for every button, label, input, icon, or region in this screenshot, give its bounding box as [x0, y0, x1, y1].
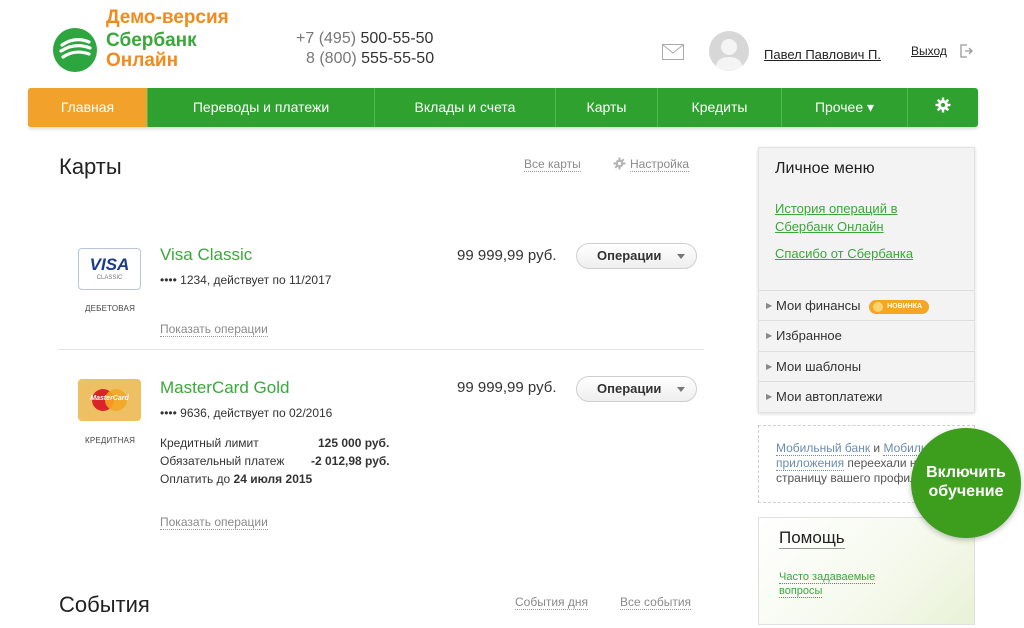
logout-link[interactable]: Выход [911, 44, 947, 58]
mandatory-payment-label: Обязательный платеж [160, 454, 285, 468]
chevron-right-icon: ▶ [766, 331, 773, 340]
cards-settings-link[interactable]: Настройка [630, 157, 690, 172]
notice-text1: переехали н [844, 456, 917, 470]
gear-icon[interactable] [935, 89, 951, 128]
sidebar-item-label: Мои шаблоны [776, 359, 862, 374]
personal-menu-title: Личное меню [775, 160, 875, 177]
mastercard-logo-text: MasterCard [90, 395, 129, 402]
user-name-link[interactable]: Павел Павлович П. [764, 47, 881, 62]
chevron-right-icon: ▶ [766, 392, 773, 401]
history-link-line1[interactable]: История операций в [775, 200, 897, 218]
notice-text2: страницу вашего профил [776, 471, 918, 485]
notice-and: и [870, 441, 884, 455]
all-events-link[interactable]: Все события [620, 595, 692, 610]
mastercard-card-image[interactable]: MasterCard [78, 379, 141, 421]
credit-limit-value: 125 000 руб. [318, 436, 390, 450]
card-operations-button[interactable]: Операции [576, 243, 697, 269]
visa-card-image[interactable]: VISA CLASSIC [78, 248, 141, 290]
card-name-link[interactable]: MasterCard Gold [160, 378, 289, 398]
card-name-link[interactable]: Visa Classic [160, 245, 252, 265]
phone-russia-prefix: 8 (800) [306, 50, 357, 67]
avatar[interactable] [709, 31, 749, 71]
sidebar-item-favorites[interactable]: ▶ Избранное [759, 320, 974, 350]
sidebar-item-autopayments[interactable]: ▶ Мои автоплатежи [759, 381, 974, 411]
day-events-link[interactable]: События дня [515, 595, 588, 610]
faq-line1[interactable]: Часто задаваемые [779, 571, 876, 584]
history-operations-link[interactable]: История операций в Сбербанк Онлайн [775, 200, 897, 236]
nav-tab-home[interactable]: Главная [28, 88, 148, 127]
chevron-right-icon: ▶ [766, 301, 773, 310]
sidebar-item-my-finances[interactable]: ▶ Мои финансы НОВИНКА [759, 290, 974, 320]
cards-section-title: Карты [59, 154, 122, 179]
mobile-bank-link[interactable]: Мобильный банк [776, 441, 871, 456]
logout-icon[interactable] [959, 44, 973, 58]
help-title[interactable]: Помощь [779, 528, 845, 549]
pay-until-label: Оплатить до [160, 472, 231, 486]
brand-subname[interactable]: Онлайн [106, 50, 178, 72]
show-operations-link[interactable]: Показать операции [160, 515, 268, 530]
card-balance: 99 999,99 руб. [457, 247, 557, 264]
operations-label: Операции [597, 248, 662, 263]
card-type-label: КРЕДИТНАЯ [85, 436, 136, 445]
credit-limit-label: Кредитный лимит [160, 436, 259, 450]
visa-logo-sub: CLASSIC [96, 275, 123, 281]
phone-russia: 8 (800) 555-55-50 [306, 50, 434, 68]
chevron-down-icon [677, 387, 685, 392]
new-badge: НОВИНКА [869, 299, 930, 314]
nav-tab-cards[interactable]: Карты [556, 88, 658, 127]
nav-tab-deposits[interactable]: Вклады и счета [375, 88, 556, 127]
nav-settings[interactable] [908, 88, 978, 127]
chevron-right-icon: ▶ [766, 362, 773, 371]
show-operations-link[interactable]: Показать операции [160, 322, 268, 337]
tutorial-line2: обучение [928, 483, 1004, 500]
mobile-apps-link-part2[interactable]: приложения [776, 456, 845, 471]
history-link-line2[interactable]: Сбербанк Онлайн [775, 218, 897, 236]
divider [58, 349, 704, 350]
brand-name[interactable]: Сбербанк [106, 30, 197, 52]
pay-until-info: Оплатить до 24 июля 2015 [160, 472, 312, 486]
main-navigation: Главная Переводы и платежи Вклады и счет… [28, 88, 978, 127]
card-type-label: ДЕБЕТОВАЯ [85, 304, 136, 313]
nav-tab-transfers[interactable]: Переводы и платежи [148, 88, 375, 127]
sidebar-item-label: Избранное [776, 328, 842, 343]
enable-tutorial-button[interactable]: Включить обучение [911, 428, 1021, 538]
spasibo-link[interactable]: Спасибо от Сбербанка [775, 245, 913, 263]
tutorial-line1: Включить [926, 464, 1006, 481]
events-section-title: События [59, 592, 150, 617]
settings-gear-icon[interactable] [613, 157, 627, 171]
faq-link[interactable]: Часто задаваемые вопросы [779, 570, 876, 598]
star-icon [873, 301, 884, 312]
operations-label: Операции [597, 381, 662, 396]
pay-until-date: 24 июля 2015 [233, 472, 313, 486]
phone-moscow: +7 (495) 500-55-50 [296, 30, 433, 48]
visa-logo-text: VISA [89, 255, 130, 274]
card-number-info: •••• 1234, действует по 11/2017 [160, 273, 332, 287]
nav-tab-other[interactable]: Прочее ▾ [782, 88, 908, 127]
faq-line2[interactable]: вопросы [779, 585, 823, 598]
sidebar-item-templates[interactable]: ▶ Мои шаблоны [759, 351, 974, 381]
new-badge-text: НОВИНКА [887, 302, 923, 310]
all-cards-link[interactable]: Все карты [524, 157, 581, 172]
chevron-down-icon [677, 254, 685, 259]
phone-russia-number: 555-55-50 [361, 50, 435, 67]
mandatory-payment-value: -2 012,98 руб. [311, 454, 390, 468]
sidebar-item-label: Мои финансы [776, 298, 861, 313]
demo-label: Демо-версия [106, 7, 229, 28]
mail-icon[interactable] [662, 44, 684, 60]
phone-moscow-number: 500-55-50 [360, 30, 434, 47]
card-operations-button[interactable]: Операции [576, 376, 697, 402]
card-number-info: •••• 9636, действует по 02/2016 [160, 406, 333, 420]
nav-tab-credits[interactable]: Кредиты [658, 88, 782, 127]
sberbank-logo-icon[interactable] [53, 28, 97, 72]
phone-moscow-prefix: +7 (495) [296, 30, 357, 47]
sidebar-item-label: Мои автоплатежи [776, 389, 883, 404]
card-balance: 99 999,99 руб. [457, 379, 557, 396]
